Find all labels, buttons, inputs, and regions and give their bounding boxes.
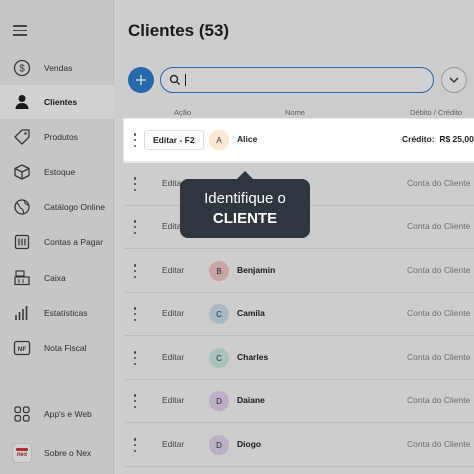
nex-logo-text: nex — [16, 452, 28, 458]
edit-button[interactable]: Editar — [162, 308, 184, 318]
box-icon — [12, 162, 32, 182]
more-options-icon[interactable] — [133, 133, 137, 147]
sidebar-item-clientes[interactable]: Clientes — [0, 85, 114, 119]
bills-icon — [12, 232, 32, 252]
sidebar-item-label: Sobre o Nex — [44, 448, 92, 458]
more-options-icon[interactable] — [133, 351, 137, 365]
sidebar-item-label: Estoque — [44, 167, 76, 177]
sidebar-item-label: Clientes — [44, 97, 78, 107]
sidebar-item-catalogo-online[interactable]: Catálogo Online — [0, 190, 114, 224]
edit-button[interactable]: Editar — [162, 395, 184, 405]
person-icon — [12, 92, 32, 112]
account-link[interactable]: Conta do Cliente — [407, 352, 470, 362]
credit-value: R$ 25,00 — [439, 134, 474, 144]
more-options-icon[interactable] — [133, 220, 137, 234]
svg-text:$: $ — [19, 64, 25, 75]
edit-button[interactable]: Editar — [162, 439, 184, 449]
avatar: A — [209, 130, 229, 150]
sidebar-item-label: Nota Fiscal — [44, 343, 87, 353]
account-link[interactable]: Conta do Cliente — [407, 265, 470, 275]
sidebar-item-estoque[interactable]: Estoque — [0, 155, 114, 189]
sidebar-item-caixa[interactable]: Caixa — [0, 261, 114, 295]
nf-icon: NF — [12, 338, 32, 358]
avatar: D — [209, 391, 229, 411]
account-link[interactable]: Conta do Cliente — [407, 439, 470, 449]
table-row[interactable]: Editar C Charles Conta do Cliente — [124, 337, 474, 380]
dollar-icon: $ — [12, 58, 32, 78]
sidebar-item-estatisticas[interactable]: Estatísticas — [0, 296, 114, 330]
hamburger-menu-icon[interactable] — [12, 22, 32, 42]
sidebar-item-label: Caixa — [44, 273, 66, 283]
client-name: Diogo — [237, 439, 262, 449]
account-link[interactable]: Conta do Cliente — [407, 308, 470, 318]
sidebar-item-label: Contas a Pagar — [44, 237, 104, 247]
sidebar-item-label: Estatísticas — [44, 308, 88, 318]
table-row[interactable]: Editar D Daiane Conta do Cliente — [124, 380, 474, 423]
table-row[interactable]: Editar D Diogo Conta do Cliente — [124, 424, 474, 467]
tooltip-line-2: CLIENTE — [212, 210, 278, 227]
avatar: C — [209, 348, 229, 368]
table-row[interactable]: Editar C Camila Conta do Cliente — [124, 293, 474, 336]
account-link[interactable]: Conta do Cliente — [407, 221, 470, 231]
sidebar: $ Vendas Clientes Produtos Estoque Catál… — [0, 0, 114, 474]
more-options-icon[interactable] — [133, 438, 137, 452]
tooltip-line-1: Identifique o — [204, 190, 286, 207]
sidebar-item-label: Produtos — [44, 132, 79, 142]
avatar: B — [209, 261, 229, 281]
sidebar-item-vendas[interactable]: $ Vendas — [0, 51, 114, 85]
credit-balance: Crédito: R$ 25,00 — [402, 134, 474, 144]
sidebar-item-produtos[interactable]: Produtos — [0, 120, 114, 154]
more-options-icon[interactable] — [133, 264, 137, 278]
table-row-highlighted[interactable]: Editar - F2 A Alice Crédito: R$ 25,00 — [124, 119, 474, 162]
credit-label: Crédito: — [402, 134, 435, 144]
client-name: Alice — [237, 134, 258, 144]
globe-icon — [12, 197, 32, 217]
avatar: C — [209, 304, 229, 324]
nex-logo: nex — [12, 443, 32, 463]
nex-logo-icon: nex — [12, 443, 32, 463]
nf-badge-text: NF — [18, 346, 27, 353]
sidebar-item-label: App's e Web — [44, 409, 92, 419]
bar-chart-icon — [12, 303, 32, 323]
onboarding-tooltip: Identifique o CLIENTE — [180, 171, 310, 238]
edit-button[interactable]: Editar — [162, 265, 184, 275]
more-options-icon[interactable] — [133, 394, 137, 408]
sidebar-item-label: Catálogo Online — [44, 202, 105, 212]
edit-button[interactable]: Editar — [162, 352, 184, 362]
sidebar-item-apps-web[interactable]: App's e Web — [0, 397, 114, 431]
table-row[interactable]: Editar B Benjamin Conta do Cliente — [124, 250, 474, 293]
sidebar-item-sobre-nex[interactable]: nex Sobre o Nex — [0, 436, 114, 470]
account-link[interactable]: Conta do Cliente — [407, 178, 470, 188]
client-name: Daiane — [237, 395, 265, 405]
client-name: Camila — [237, 308, 265, 318]
apps-grid-icon — [12, 404, 32, 424]
tag-icon — [12, 127, 32, 147]
edit-button[interactable]: Editar - F2 — [144, 130, 204, 150]
client-name: Benjamin — [237, 265, 276, 275]
sidebar-item-nota-fiscal[interactable]: NF Nota Fiscal — [0, 331, 114, 365]
sidebar-item-label: Vendas — [44, 63, 73, 73]
more-options-icon[interactable] — [133, 307, 137, 321]
client-name: Charles — [237, 352, 269, 362]
account-link[interactable]: Conta do Cliente — [407, 395, 470, 405]
more-options-icon[interactable] — [133, 177, 137, 191]
cash-register-icon — [12, 268, 32, 288]
sidebar-item-contas-a-pagar[interactable]: Contas a Pagar — [0, 225, 114, 259]
avatar: D — [209, 435, 229, 455]
